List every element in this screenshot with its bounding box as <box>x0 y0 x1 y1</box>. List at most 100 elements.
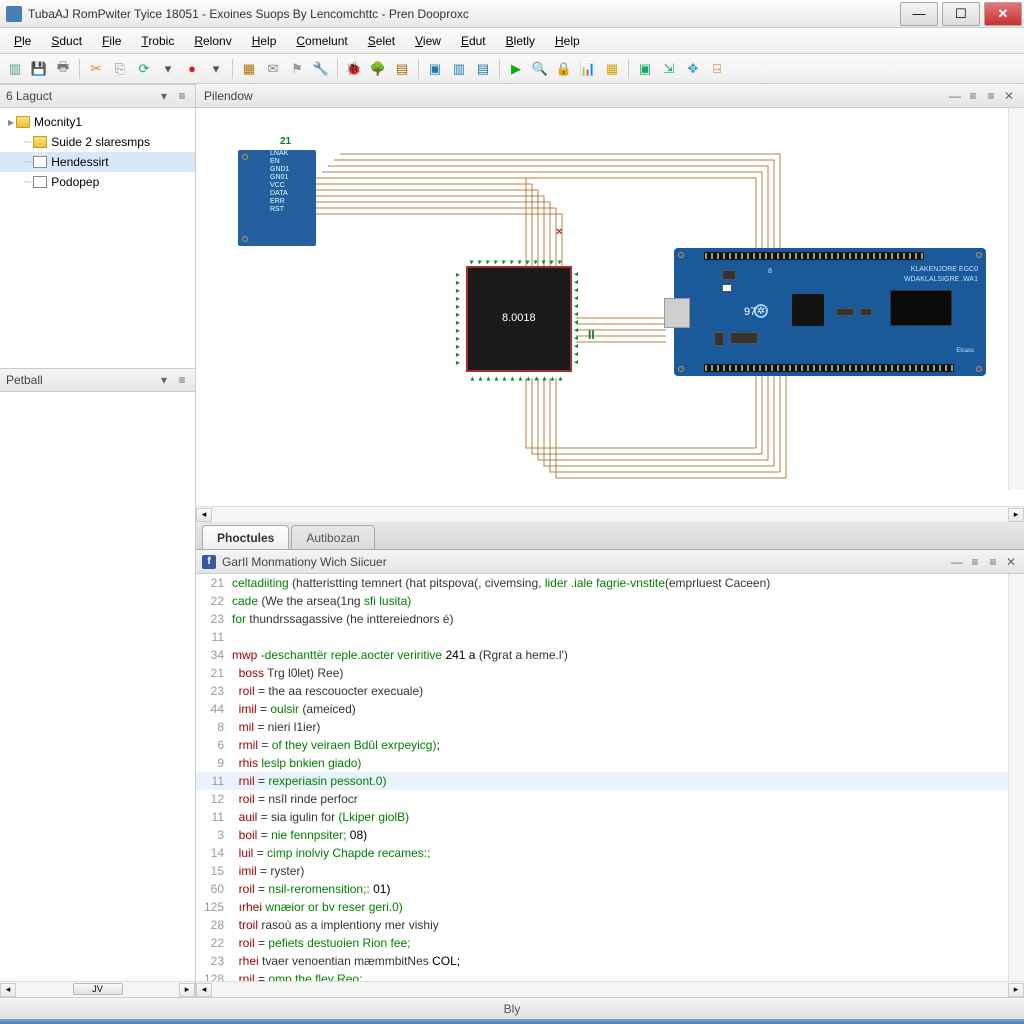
scroll-right-icon[interactable]: ▸ <box>1008 508 1024 522</box>
left-bottom-tab[interactable]: JV <box>73 983 123 995</box>
code-hscroll[interactable]: ◂ ▸ <box>196 981 1024 997</box>
tb-screen-icon[interactable]: ▣ <box>634 58 656 80</box>
code-line[interactable]: 21celtadiiting (hatteristting temnert (h… <box>196 574 1024 592</box>
sensor-module[interactable]: LNAKENGND1GN01VCCDATAERRRST <box>238 150 316 246</box>
tb-new-icon[interactable]: ▥ <box>4 58 26 80</box>
canvas-hscroll[interactable]: ◂ ▸ <box>196 506 1024 522</box>
code-line[interactable]: 23 roil = the aa rescouocter execuale) <box>196 682 1024 700</box>
menu-ple[interactable]: Ple <box>4 30 41 52</box>
menu-help[interactable]: Help <box>242 30 287 52</box>
code-line[interactable]: 44 imil = oulsir (ameiced) <box>196 700 1024 718</box>
panel-menu2-icon[interactable]: ≡ <box>986 555 1000 569</box>
tb-tree-icon[interactable]: 🌳 <box>367 58 389 80</box>
tb-panel-icon[interactable]: ▤ <box>472 58 494 80</box>
tb-target-icon[interactable]: ✥ <box>682 58 704 80</box>
menu-comelunt[interactable]: Comelunt <box>286 30 357 52</box>
tb-zoom-icon[interactable]: 🔍 <box>529 58 551 80</box>
tb-bug-icon[interactable]: 🐞 <box>343 58 365 80</box>
tab-phoctules[interactable]: Phoctules <box>202 525 289 549</box>
scroll-left-icon[interactable]: ◂ <box>196 983 212 997</box>
tb-refresh-icon[interactable]: ⟳ <box>133 58 155 80</box>
tb-copy-icon[interactable]: ⎘ <box>109 58 131 80</box>
tab-autibozan[interactable]: Autibozan <box>291 525 374 549</box>
tb-dropdown-icon[interactable]: ▾ <box>157 58 179 80</box>
panel-menu2-icon[interactable]: ≡ <box>984 89 998 103</box>
menu-file[interactable]: File <box>92 30 131 52</box>
code-line[interactable]: 11 auil = sia igulin for (Lkiper giolB) <box>196 808 1024 826</box>
tb-dropdown2-icon[interactable]: ▾ <box>205 58 227 80</box>
tb-save-icon[interactable]: 💾 <box>28 58 50 80</box>
scroll-right-icon[interactable]: ▸ <box>179 983 195 997</box>
menu-relonv[interactable]: Relonv <box>184 30 241 52</box>
code-line[interactable]: 15 imil = ryster) <box>196 862 1024 880</box>
code-line[interactable]: 8 mil = nieri l1ier) <box>196 718 1024 736</box>
code-line[interactable]: 23 rhei tvaer venoentian mæmmbitNes COL; <box>196 952 1024 970</box>
tree-item-1[interactable]: ┈ Hendessirt <box>0 152 195 172</box>
code-line[interactable]: 11 rnil = rexperiasin pessont.0) <box>196 772 1024 790</box>
panel-close-icon[interactable]: ✕ <box>1002 89 1016 103</box>
arduino-board[interactable]: ✲ 8 97 KLAKENJORE EGC0 WDAKLALSIGRE .WA1… <box>674 248 986 376</box>
panel-menu-icon[interactable]: ≡ <box>968 555 982 569</box>
code-line[interactable]: 34mwp -deschanttër reple.aocter veririti… <box>196 646 1024 664</box>
menu-sduct[interactable]: Sduct <box>41 30 92 52</box>
microcontroller-chip[interactable]: 8.0018 <box>466 266 572 372</box>
panel-menu-icon[interactable]: ≡ <box>966 89 980 103</box>
scroll-left-icon[interactable]: ◂ <box>0 983 16 997</box>
tb-grid-icon[interactable]: ▦ <box>238 58 260 80</box>
panel-dropdown-icon[interactable]: ▾ <box>157 89 171 103</box>
tb-record-icon[interactable]: ● <box>181 58 203 80</box>
code-line[interactable]: 11 <box>196 628 1024 646</box>
code-line[interactable]: 6 rmil = of they veiraen Bdûl exrpeyicg)… <box>196 736 1024 754</box>
tb-chart-icon[interactable]: 📊 <box>577 58 599 80</box>
code-line[interactable]: 22 roil = pefiets destuoien Rion fee; <box>196 934 1024 952</box>
tb-window-icon[interactable]: ▣ <box>424 58 446 80</box>
code-line[interactable]: 12 roil = nsîl rinde perfocr <box>196 790 1024 808</box>
code-line[interactable]: 128 rnil = omp the fley Reo; <box>196 970 1024 981</box>
minimize-button[interactable]: — <box>900 2 938 26</box>
panel-close-icon[interactable]: ✕ <box>1004 555 1018 569</box>
tb-cut-icon[interactable]: ✂ <box>85 58 107 80</box>
tb-table-icon[interactable]: ▦ <box>601 58 623 80</box>
tree-item-0[interactable]: ┈ Suide 2 slaresmps <box>0 132 195 152</box>
tb-play-icon[interactable]: ▶ <box>505 58 527 80</box>
code-line[interactable]: 23for thundrssagassive (he inttereiednor… <box>196 610 1024 628</box>
tb-flag-icon[interactable]: ⚑ <box>286 58 308 80</box>
scroll-right-icon[interactable]: ▸ <box>1008 983 1024 997</box>
panel-menu-icon[interactable]: ≡ <box>175 373 189 387</box>
panel-menu-icon[interactable]: ≡ <box>175 89 189 103</box>
menu-selet[interactable]: Selet <box>358 30 405 52</box>
tb-export-icon[interactable]: ⇲ <box>658 58 680 80</box>
code-line[interactable]: 28 troil rasoù as a implentiony mer vish… <box>196 916 1024 934</box>
maximize-button[interactable]: ☐ <box>942 2 980 26</box>
canvas-vscroll[interactable] <box>1008 108 1024 490</box>
tb-board-icon[interactable]: ▤ <box>391 58 413 80</box>
code-line[interactable]: 21 boss Trg l0let) Ree) <box>196 664 1024 682</box>
code-line[interactable]: 125 ırhei wnæior or bv reser geri.0) <box>196 898 1024 916</box>
code-line[interactable]: 14 luil = cimp inolviy Chapde recames:; <box>196 844 1024 862</box>
menu-bletly[interactable]: Bletly <box>496 30 545 52</box>
code-line[interactable]: 3 boil = nie fennpsiter; 08) <box>196 826 1024 844</box>
tb-print-icon[interactable]: 🖶 <box>52 58 74 80</box>
tree-root[interactable]: ▸ Mocnity1 <box>0 112 195 132</box>
scroll-left-icon[interactable]: ◂ <box>196 508 212 522</box>
panel-dropdown-icon[interactable]: ▾ <box>157 373 171 387</box>
panel-minimize-icon[interactable]: — <box>948 89 962 103</box>
code-line[interactable]: 60 roil = nsil-reromensition;: 01) <box>196 880 1024 898</box>
code-line[interactable]: 9 rhis leslp bnkien giado) <box>196 754 1024 772</box>
tb-wrench-icon[interactable]: 🔧 <box>310 58 332 80</box>
tb-lock-icon[interactable]: 🔒 <box>553 58 575 80</box>
menu-view[interactable]: View <box>405 30 451 52</box>
tree-item-2[interactable]: ┈ Podopep <box>0 172 195 192</box>
left-hscroll[interactable]: ◂ JV ▸ <box>0 981 195 997</box>
schematic-canvas[interactable]: 21 LNAKENGND1GN01VCCDATAERRRST 8.0018 II… <box>196 108 1024 506</box>
tb-exit-icon[interactable]: ⍈ <box>706 58 728 80</box>
code-vscroll[interactable] <box>1008 574 1024 981</box>
tb-mail-icon[interactable]: ✉ <box>262 58 284 80</box>
close-button[interactable]: ✕ <box>984 2 1022 26</box>
tb-layers-icon[interactable]: ▥ <box>448 58 470 80</box>
menu-help[interactable]: Help <box>545 30 590 52</box>
menu-trobic[interactable]: Trobic <box>131 30 184 52</box>
code-editor[interactable]: 21celtadiiting (hatteristting temnert (h… <box>196 574 1024 981</box>
menu-edut[interactable]: Edut <box>451 30 496 52</box>
code-line[interactable]: 22cade (We the arsea(1ng sfi lusita) <box>196 592 1024 610</box>
